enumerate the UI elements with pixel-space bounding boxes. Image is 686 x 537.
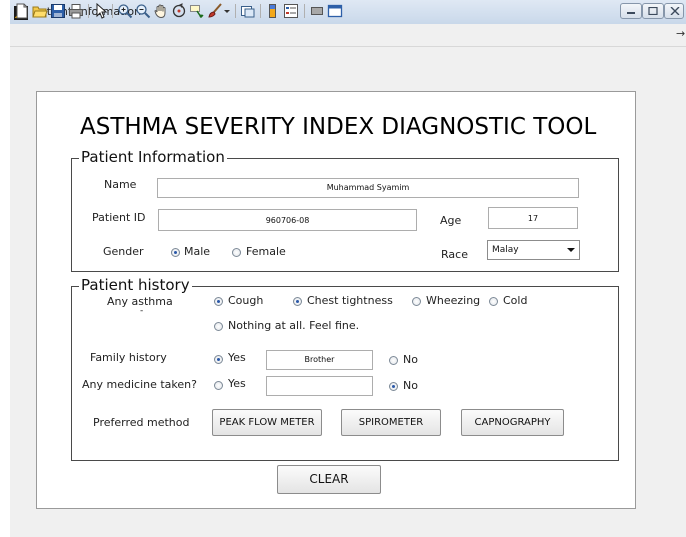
patient-id-label: Patient ID [92, 211, 146, 224]
any-asthma-tick: - [140, 306, 144, 316]
colorbar-icon[interactable] [265, 3, 281, 19]
minimize-button[interactable] [620, 3, 642, 19]
gender-male-label[interactable]: Male [184, 245, 210, 258]
minimize-icon [627, 12, 635, 14]
medicine-yes-radio[interactable] [214, 381, 223, 390]
toolbar-overflow-icon[interactable]: → [676, 27, 685, 40]
chevron-down-icon [567, 248, 575, 252]
zoom-out-icon[interactable] [135, 3, 151, 19]
family-history-field[interactable]: Brother [266, 350, 373, 370]
save-icon[interactable] [50, 3, 66, 19]
gender-female-label[interactable]: Female [246, 245, 286, 258]
age-field[interactable]: 17 [488, 207, 578, 229]
medicine-no-label[interactable]: No [403, 379, 418, 392]
toolbar-separator [235, 4, 236, 18]
pan-hand-icon[interactable] [153, 3, 169, 19]
hide-plot-tools-icon[interactable] [309, 3, 325, 19]
family-history-label: Family history [90, 351, 167, 364]
symptom-chest-tightness-label[interactable]: Chest tightness [307, 294, 393, 307]
medicine-no-radio[interactable] [389, 382, 398, 391]
family-no-radio[interactable] [389, 356, 398, 365]
data-cursor-icon[interactable] [189, 3, 205, 19]
patient-history-legend: Patient history [79, 276, 192, 294]
age-label: Age [440, 214, 462, 227]
toolbar-separator [304, 4, 305, 18]
name-label: Name [104, 178, 137, 191]
medicine-label: Any medicine taken? [82, 378, 197, 391]
print-icon[interactable] [68, 3, 84, 19]
patient-information-legend: Patient Information [79, 148, 227, 166]
legend-icon[interactable] [283, 3, 299, 19]
close-button[interactable] [664, 3, 684, 19]
maximize-button[interactable] [642, 3, 664, 19]
symptom-cold-label[interactable]: Cold [503, 294, 527, 307]
race-dropdown-value: Malay [492, 245, 519, 255]
open-file-icon[interactable] [32, 3, 48, 19]
new-figure-icon[interactable] [14, 3, 30, 19]
close-icon [670, 7, 680, 15]
gender-male-radio[interactable] [171, 248, 180, 257]
medicine-field[interactable] [266, 376, 373, 396]
gender-female-radio[interactable] [232, 248, 241, 257]
peak-flow-meter-button[interactable]: PEAK FLOW METER [212, 409, 322, 436]
toolbar-separator [112, 4, 113, 18]
symptom-chest-tightness-radio[interactable] [293, 297, 302, 306]
symptom-wheezing-radio[interactable] [412, 297, 421, 306]
rotate-3d-icon[interactable] [171, 3, 187, 19]
symptom-none-label[interactable]: Nothing at all. Feel fine. [228, 319, 359, 332]
symptom-cold-radio[interactable] [489, 297, 498, 306]
toolbar-separator [88, 4, 89, 18]
zoom-in-icon[interactable] [117, 3, 133, 19]
race-dropdown[interactable]: Malay [487, 240, 580, 260]
clear-button[interactable]: CLEAR [277, 465, 381, 494]
capnography-button[interactable]: CAPNOGRAPHY [461, 409, 564, 436]
gender-label: Gender [103, 245, 144, 258]
family-yes-label[interactable]: Yes [228, 351, 246, 364]
toolbar-separator [260, 4, 261, 18]
link-plot-icon[interactable] [240, 3, 256, 19]
edit-plot-arrow-icon[interactable] [93, 2, 109, 19]
figure-toolbar [10, 24, 686, 47]
symptom-wheezing-label[interactable]: Wheezing [426, 294, 480, 307]
medicine-yes-label[interactable]: Yes [228, 377, 246, 390]
page-title: ASTHMA SEVERITY INDEX DIAGNOSTIC TOOL [80, 114, 597, 140]
family-no-label[interactable]: No [403, 353, 418, 366]
family-yes-radio[interactable] [214, 355, 223, 364]
maximize-icon [648, 7, 658, 15]
patient-id-field[interactable]: 960706-08 [158, 209, 417, 231]
symptom-cough-label[interactable]: Cough [228, 294, 263, 307]
brush-icon[interactable] [207, 3, 223, 19]
symptom-cough-radio[interactable] [214, 297, 223, 306]
symptom-none-radio[interactable] [214, 322, 223, 331]
brush-dropdown-icon[interactable] [223, 3, 231, 19]
name-field[interactable]: Muhammad Syamim [157, 178, 579, 198]
spirometer-button[interactable]: SPIROMETER [341, 409, 441, 436]
preferred-method-label: Preferred method [93, 416, 190, 429]
show-plot-tools-icon[interactable] [327, 3, 343, 19]
race-label: Race [441, 248, 468, 261]
